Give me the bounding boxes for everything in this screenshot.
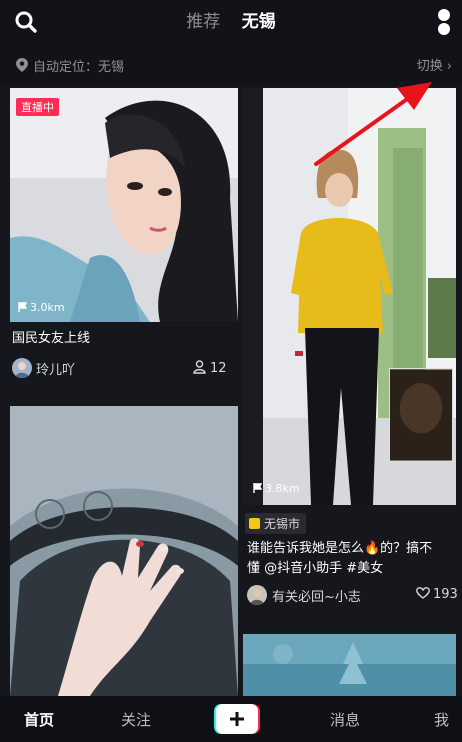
distance-label: 3.8km — [253, 482, 300, 495]
top-bar: 推荐 无锡 — [0, 0, 462, 44]
like-count[interactable]: 193 — [416, 587, 458, 602]
video-feed: 直播中 3.0km 国民女友上线 玲儿吖 12 3.8km 无锡市 谁能告诉我她… — [0, 86, 462, 696]
flag-icon — [253, 483, 262, 493]
auto-location-label: 自动定位：无锡 — [33, 60, 125, 75]
inset-video-image — [389, 368, 453, 462]
city-marker-icon — [249, 518, 260, 529]
chevron-right-icon: › — [446, 59, 452, 74]
video-card-thumbnail[interactable] — [243, 634, 456, 696]
video-title-line-1[interactable]: 谁能告诉我她是怎么🔥的？搞不 — [247, 538, 432, 559]
distance-value: 3.8km — [265, 482, 300, 495]
video-title[interactable]: 国民女友上线 — [12, 328, 90, 349]
feed-tabs: 推荐 无锡 — [0, 7, 462, 32]
more-options-icon[interactable] — [438, 9, 450, 35]
location-row: 自动定位：无锡 切换 › — [0, 44, 462, 86]
video-card-thumbnail[interactable] — [10, 406, 238, 696]
author-name[interactable]: 有关必回~小志 — [272, 586, 361, 605]
bottom-navigation: 首页 关注 消息 我 — [0, 696, 462, 742]
distance-value: 3.0km — [30, 301, 65, 314]
author-name[interactable]: 玲儿吖 — [36, 359, 75, 378]
video-card-thumbnail[interactable]: 3.8km — [243, 88, 456, 505]
heart-icon — [416, 587, 430, 599]
nav-me[interactable]: 我 — [434, 709, 449, 730]
viewer-count-value: 12 — [210, 361, 227, 376]
avatar[interactable] — [247, 585, 267, 605]
live-badge: 直播中 — [16, 98, 59, 116]
nav-following[interactable]: 关注 — [121, 709, 151, 730]
video-thumbnail-image — [10, 406, 238, 696]
tab-recommend[interactable]: 推荐 — [186, 7, 220, 32]
location-pin-icon — [16, 58, 28, 72]
video-title-line-2[interactable]: 懂 @抖音小助手 #美女 — [247, 558, 383, 579]
city-badge[interactable]: 无锡市 — [245, 513, 307, 534]
nav-home[interactable]: 首页 — [24, 709, 54, 730]
city-badge-label: 无锡市 — [264, 517, 301, 531]
distance-label: 3.0km — [18, 301, 65, 314]
live-thumbnail-image — [10, 88, 238, 322]
video-card-thumbnail[interactable]: 直播中 3.0km — [10, 88, 238, 322]
like-count-value: 193 — [433, 587, 458, 602]
video-thumbnail-image — [243, 634, 456, 696]
flag-icon — [18, 302, 27, 312]
switch-city-button[interactable]: 切换 › — [417, 55, 452, 74]
nav-messages[interactable]: 消息 — [330, 709, 360, 730]
viewer-count: 12 — [193, 360, 227, 376]
create-video-button[interactable] — [214, 704, 260, 734]
switch-city-label: 切换 — [416, 59, 443, 74]
person-icon — [193, 360, 206, 374]
tab-local-city[interactable]: 无锡 — [242, 7, 276, 32]
avatar[interactable] — [12, 358, 32, 378]
